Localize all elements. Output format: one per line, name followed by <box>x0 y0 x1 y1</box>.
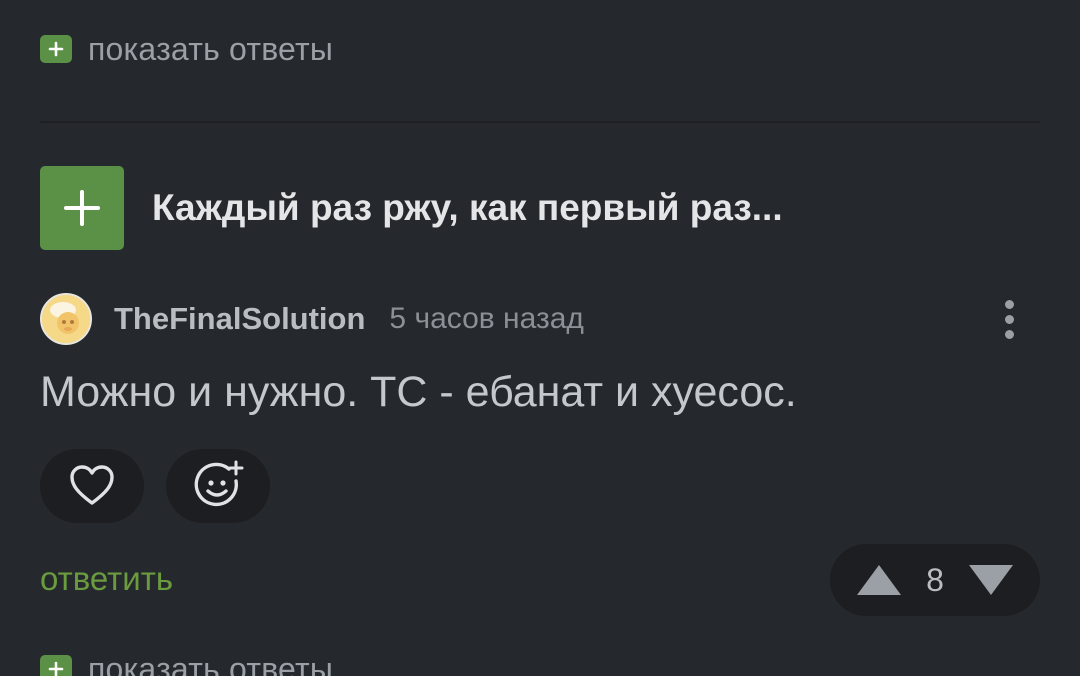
show-replies-top[interactable]: показать ответы <box>40 30 334 67</box>
more-vertical-icon <box>994 300 1024 339</box>
plus-icon <box>40 655 72 676</box>
rating-count: 8 <box>926 561 944 598</box>
post-title[interactable]: Каждый раз ржу, как первый раз... <box>152 187 783 229</box>
comment-text: Можно и нужно. ТС - ебанат и хуесос. <box>40 368 797 416</box>
rating-control: 8 <box>830 544 1040 616</box>
comments-page: показать ответы Каждый раз ржу, как перв… <box>0 0 1080 676</box>
comment-author-row: TheFinalSolution 5 часов назад <box>40 292 584 346</box>
downvote-button[interactable] <box>968 564 1014 596</box>
plus-icon <box>64 190 100 226</box>
post-header: Каждый раз ржу, как первый раз... <box>40 166 783 250</box>
show-replies-bottom[interactable]: показать ответы <box>40 650 334 676</box>
show-replies-label: показать ответы <box>88 30 334 67</box>
comment-timestamp: 5 часов назад <box>389 302 584 335</box>
reply-link[interactable]: ответить <box>40 560 173 598</box>
heart-icon <box>70 465 114 505</box>
triangle-up-icon <box>857 565 901 595</box>
more-options-button[interactable] <box>994 296 1024 340</box>
upvote-button[interactable] <box>856 564 902 596</box>
emoji-add-icon <box>194 460 244 507</box>
show-replies-label: показать ответы <box>88 650 334 676</box>
plus-icon <box>40 35 72 63</box>
avatar[interactable] <box>40 293 92 345</box>
add-reaction-button[interactable] <box>166 449 270 523</box>
author-name[interactable]: TheFinalSolution <box>114 301 365 337</box>
triangle-down-icon <box>968 565 1013 595</box>
divider <box>40 121 1040 123</box>
like-button[interactable] <box>40 449 144 523</box>
expand-post-button[interactable] <box>40 166 124 250</box>
